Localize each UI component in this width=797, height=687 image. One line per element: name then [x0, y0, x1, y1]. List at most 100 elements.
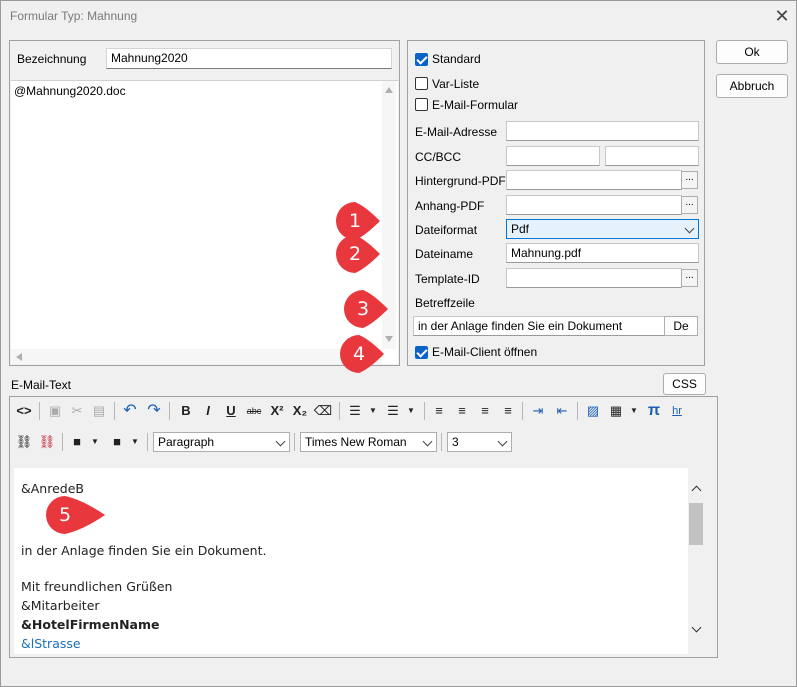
paragraph-format-value: Paragraph [158, 435, 215, 449]
align-center-icon[interactable]: ≡ [475, 401, 495, 421]
superscript-icon[interactable]: X² [267, 401, 287, 421]
font-family-value: Times New Roman [305, 435, 407, 449]
templateid-input[interactable] [506, 268, 682, 288]
dropdown-arrow-icon[interactable]: ▼ [624, 401, 644, 421]
textarea-hscrollbar[interactable] [11, 349, 382, 364]
dateiformat-label: Dateiformat [415, 223, 478, 237]
dateiformat-select[interactable]: Pdf [506, 219, 699, 239]
scroll-down-icon[interactable] [385, 336, 393, 342]
editor-line-anrede: &AnredeB [21, 481, 84, 496]
underline-icon[interactable]: U [221, 401, 241, 421]
pi-icon[interactable]: π [644, 401, 664, 421]
scroll-down-icon[interactable] [691, 622, 702, 633]
dropdown-arrow-icon[interactable]: ▼ [85, 432, 105, 452]
align-justify-icon[interactable]: ≡ [498, 401, 518, 421]
scroll-thumb[interactable] [689, 503, 703, 545]
toolbar-divider [424, 402, 425, 420]
paste-icon[interactable]: ▤ [89, 401, 109, 421]
text-color-icon[interactable]: ■ [67, 432, 87, 452]
toolbar-divider [441, 433, 442, 451]
link-icon[interactable]: ⛓ [14, 432, 34, 452]
font-family-select[interactable]: Times New Roman [300, 432, 437, 452]
horizontal-rule-icon[interactable]: hr [667, 401, 687, 421]
toolbar-divider [522, 402, 523, 420]
editor-line-anlage: in der Anlage finden Sie ein Dokument. [21, 543, 267, 558]
strikethrough-icon[interactable]: abc [244, 401, 264, 421]
language-button[interactable]: De [664, 316, 698, 336]
undo-icon[interactable]: ↶ [120, 401, 140, 421]
anhang-input[interactable] [506, 195, 682, 215]
bezeichnung-label: Bezeichnung [17, 52, 87, 66]
numbered-list-icon[interactable]: ☰ [345, 401, 365, 421]
bezeichnung-input[interactable]: Mahnung2020 [106, 48, 392, 69]
bcc-input[interactable] [605, 146, 699, 166]
dateiformat-value: Pdf [511, 222, 530, 236]
dateiname-input[interactable]: Mahnung.pdf [506, 243, 699, 263]
close-icon[interactable]: ✕ [773, 6, 791, 26]
varliste-checkbox[interactable] [415, 77, 428, 90]
betreffzeile-input[interactable]: in der Anlage finden Sie ein Dokument [413, 316, 665, 336]
chevron-down-icon [422, 436, 433, 447]
dialog-window: Formular Typ: Mahnung ✕ Bezeichnung Mahn… [0, 0, 797, 687]
emailformular-checkbox[interactable] [415, 98, 428, 111]
standard-checkbox[interactable] [415, 53, 428, 66]
emailadresse-input[interactable] [506, 121, 699, 141]
chevron-down-icon [497, 436, 508, 447]
dateiname-label: Dateiname [415, 247, 474, 261]
anhang-browse-button[interactable]: ... [681, 196, 698, 214]
anhang-label: Anhang-PDF [415, 199, 485, 213]
chevron-down-icon [275, 436, 286, 447]
scroll-left-icon[interactable] [16, 353, 22, 361]
annotation-badge-2: 2 [335, 234, 381, 274]
mailclient-label: E-Mail-Client öffnen [432, 345, 538, 359]
annotation-number: 5 [58, 504, 72, 526]
image-icon[interactable]: ▨ [583, 401, 603, 421]
emailadresse-label: E-Mail-Adresse [415, 125, 498, 139]
redo-icon[interactable]: ↷ [144, 401, 164, 421]
templateid-browse-button[interactable]: ... [681, 269, 698, 287]
background-color-icon[interactable]: ■ [107, 432, 127, 452]
eraser-icon[interactable]: ⌫ [313, 401, 333, 421]
indent-icon[interactable]: ⇥ [528, 401, 548, 421]
annotation-number: 3 [356, 298, 370, 320]
toolbar-divider [39, 402, 40, 420]
templateid-label: Template-ID [415, 272, 480, 286]
toolbar-divider [577, 402, 578, 420]
table-icon[interactable]: ▦ [606, 401, 626, 421]
css-button[interactable]: CSS [663, 373, 706, 395]
subscript-icon[interactable]: X₂ [290, 401, 310, 421]
annotation-number: 1 [348, 210, 362, 232]
toolbar-divider [339, 402, 340, 420]
dropdown-arrow-icon[interactable]: ▼ [401, 401, 421, 421]
cancel-button[interactable]: Abbruch [716, 74, 788, 98]
cut-icon[interactable]: ✂ [67, 401, 87, 421]
chevron-down-icon [684, 223, 695, 234]
dropdown-arrow-icon[interactable]: ▼ [363, 401, 383, 421]
ok-button[interactable]: Ok [716, 40, 788, 64]
align-right-icon[interactable]: ≡ [452, 401, 472, 421]
editor-scrollbar[interactable] [688, 479, 705, 639]
align-left-icon[interactable]: ≡ [429, 401, 449, 421]
hintergrund-input[interactable] [506, 170, 682, 190]
source-code-icon[interactable]: <> [14, 401, 34, 421]
italic-icon[interactable]: I [198, 401, 218, 421]
font-size-select[interactable]: 3 [447, 432, 512, 452]
unlink-icon[interactable]: ⛓ [37, 432, 57, 452]
scroll-up-icon[interactable] [691, 485, 702, 496]
window-title: Formular Typ: Mahnung [10, 9, 138, 23]
outdent-icon[interactable]: ⇤ [552, 401, 572, 421]
ccbcc-label: CC/BCC [415, 150, 462, 164]
editor-line-mitarbeiter: &Mitarbeiter [21, 598, 100, 613]
bold-icon[interactable]: B [176, 401, 196, 421]
annotation-number: 2 [348, 243, 362, 265]
paragraph-format-select[interactable]: Paragraph [153, 432, 290, 452]
bullet-list-icon[interactable]: ☰ [383, 401, 403, 421]
copy-icon[interactable]: ▣ [45, 401, 65, 421]
editor-line-gruesse: Mit freundlichen Grüßen [21, 579, 173, 594]
toolbar-divider [62, 433, 63, 451]
scroll-up-icon[interactable] [385, 87, 393, 93]
mailclient-checkbox[interactable] [415, 346, 428, 359]
dropdown-arrow-icon[interactable]: ▼ [125, 432, 145, 452]
cc-input[interactable] [506, 146, 600, 166]
hintergrund-browse-button[interactable]: ... [681, 171, 698, 189]
